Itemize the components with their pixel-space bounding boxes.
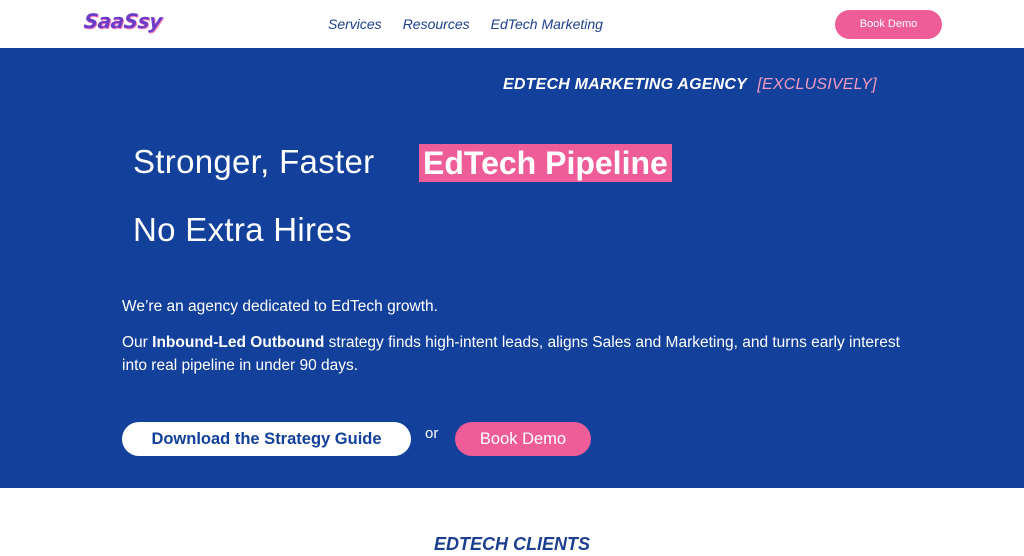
book-demo-nav-button[interactable]: Book Demo <box>835 10 942 39</box>
top-nav: SaaSsy Services Resources EdTech Marketi… <box>0 0 1024 48</box>
logo[interactable]: SaaSsy <box>83 9 163 33</box>
download-strategy-guide-button[interactable]: Download the Strategy Guide <box>122 422 411 456</box>
hero-kicker: EDTECH MARKETING AGENCY [EXCLUSIVELY] <box>503 76 877 94</box>
book-demo-hero-button[interactable]: Book Demo <box>455 422 591 456</box>
kicker-accent: [EXCLUSIVELY] <box>757 76 877 93</box>
headline-line2: No Extra Hires <box>133 211 352 248</box>
body-bold: Inbound-Led Outbound <box>152 334 325 351</box>
clients-heading: EDTECH CLIENTS <box>433 534 590 554</box>
nav-link-resources[interactable]: Resources <box>403 16 470 32</box>
or-label: or <box>425 425 439 442</box>
main-menu: Services Resources EdTech Marketing <box>328 16 603 32</box>
kicker-text: EDTECH MARKETING AGENCY <box>503 76 747 93</box>
headline-start: Stronger, Faster <box>133 143 375 180</box>
nav-link-services[interactable]: Services <box>328 16 382 32</box>
hero-body: Our Inbound-Led Outbound strategy finds … <box>122 331 902 377</box>
nav-link-edtech-marketing[interactable]: EdTech Marketing <box>491 16 603 32</box>
hero-section: EDTECH MARKETING AGENCY [EXCLUSIVELY] St… <box>0 48 1024 488</box>
headline-highlight: EdTech Pipeline <box>419 144 672 182</box>
body-prefix: Our <box>122 334 148 351</box>
hero-intro: We’re an agency dedicated to EdTech grow… <box>122 298 438 315</box>
